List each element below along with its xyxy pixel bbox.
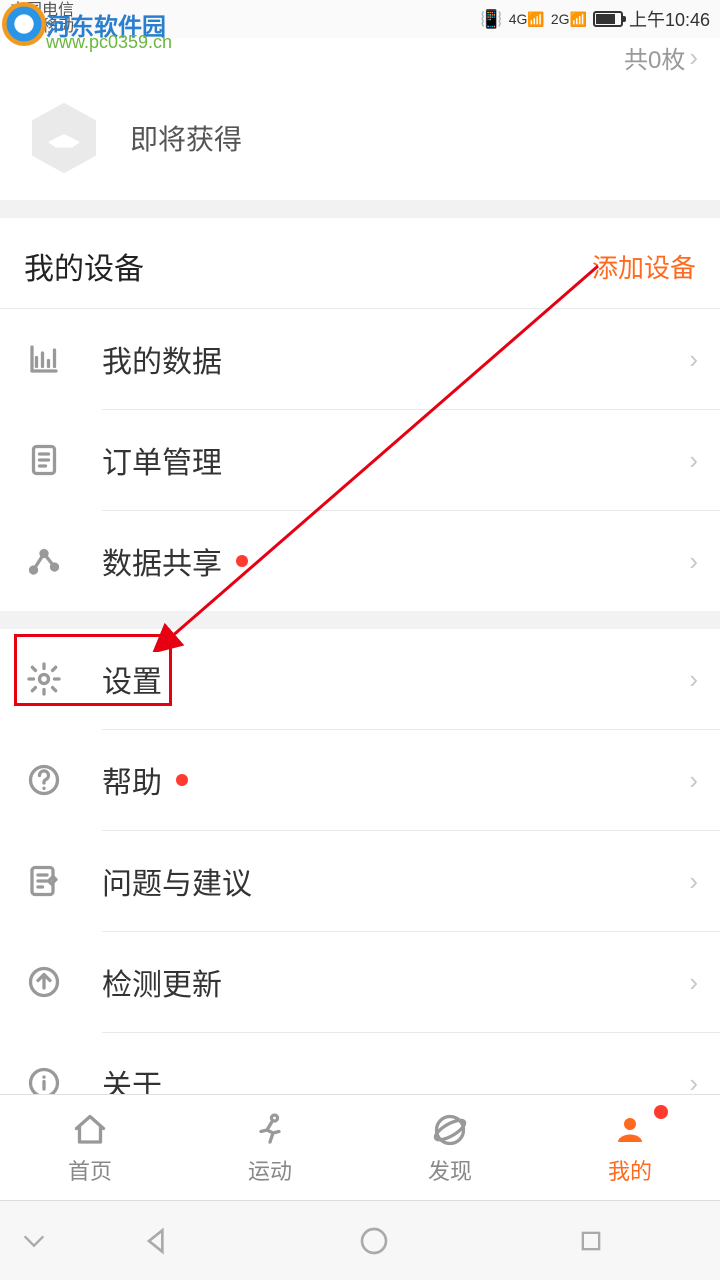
upcoming-item[interactable]: 即将获得 <box>0 76 720 200</box>
list-item-label: 检测更新 <box>102 960 222 1004</box>
list-item-feedback[interactable]: 问题与建议 › <box>0 831 720 931</box>
chevron-right-icon: › <box>689 42 698 73</box>
devices-title: 我的设备 <box>24 244 144 288</box>
chevron-right-icon: › <box>689 344 698 375</box>
vibrate-icon: 📳 <box>480 9 502 30</box>
list-item-help[interactable]: 帮助 › <box>0 730 720 830</box>
profile-icon <box>610 1110 650 1150</box>
nav-home[interactable]: 首页 <box>0 1095 180 1200</box>
list-item-label: 问题与建议 <box>102 859 252 903</box>
home-icon <box>70 1110 110 1150</box>
nav-label: 发现 <box>428 1154 472 1186</box>
watermark-logo <box>2 2 46 46</box>
chevron-right-icon: › <box>689 765 698 796</box>
watermark: 河东软件园 www.pc0359.cn <box>2 2 166 46</box>
nav-sport[interactable]: 运动 <box>180 1095 360 1200</box>
nav-profile[interactable]: 我的 <box>540 1095 720 1200</box>
gear-icon <box>22 657 66 701</box>
sys-home-button[interactable] <box>265 1225 482 1257</box>
upcoming-label: 即将获得 <box>130 118 242 158</box>
list-item-label: 我的数据 <box>102 337 222 381</box>
list-item-label: 数据共享 <box>102 539 222 583</box>
add-device-link[interactable]: 添加设备 <box>592 248 696 285</box>
signal-4g: 4G📶 <box>509 13 545 26</box>
list-item-label: 设置 <box>102 657 162 701</box>
sys-back-button[interactable] <box>48 1225 265 1257</box>
list-item-label: 帮助 <box>102 758 162 802</box>
notification-dot <box>654 1105 668 1119</box>
feedback-icon <box>22 859 66 903</box>
share-icon <box>22 539 66 583</box>
chart-icon <box>22 337 66 381</box>
notification-dot <box>176 774 188 786</box>
list-item-settings[interactable]: 设置 › <box>0 629 720 729</box>
bottom-nav: 首页 运动 发现 我的 <box>0 1094 720 1200</box>
nav-label: 首页 <box>68 1154 112 1186</box>
chevron-right-icon: › <box>689 445 698 476</box>
clipboard-icon <box>22 438 66 482</box>
update-icon <box>22 960 66 1004</box>
list-section-1: 我的数据 › 订单管理 › 数据共享 › <box>0 309 720 611</box>
chevron-right-icon: › <box>689 664 698 695</box>
clock-time: 上午10:46 <box>629 6 710 32</box>
list-item-label: 订单管理 <box>102 438 222 482</box>
badge-icon <box>24 98 104 178</box>
chevron-right-icon: › <box>689 967 698 998</box>
chevron-right-icon: › <box>689 866 698 897</box>
sys-recent-button[interactable] <box>483 1227 700 1255</box>
count-action[interactable]: 共0枚 › <box>624 40 698 75</box>
devices-header: 我的设备 添加设备 <box>0 218 720 308</box>
discover-icon <box>430 1110 470 1150</box>
notification-dot <box>236 555 248 567</box>
chevron-right-icon: › <box>689 546 698 577</box>
watermark-url: www.pc0359.cn <box>46 32 172 53</box>
list-item-orders[interactable]: 订单管理 › <box>0 410 720 510</box>
nav-label: 运动 <box>248 1154 292 1186</box>
list-item-data-share[interactable]: 数据共享 › <box>0 511 720 611</box>
list-item-my-data[interactable]: 我的数据 › <box>0 309 720 409</box>
list-section-2: 设置 › 帮助 › 问题与建议 › 检测更新 › 关于 › <box>0 629 720 1133</box>
list-item-update[interactable]: 检测更新 › <box>0 932 720 1032</box>
signal-2g: 2G📶 <box>551 13 587 26</box>
run-icon <box>250 1110 290 1150</box>
sys-close-button[interactable] <box>20 1227 48 1255</box>
divider <box>0 611 720 629</box>
nav-discover[interactable]: 发现 <box>360 1095 540 1200</box>
divider <box>0 200 720 218</box>
help-icon <box>22 758 66 802</box>
nav-label: 我的 <box>608 1154 652 1186</box>
battery-icon <box>593 11 623 27</box>
system-nav <box>0 1200 720 1280</box>
upcoming-section: 即将获得 <box>0 76 720 200</box>
